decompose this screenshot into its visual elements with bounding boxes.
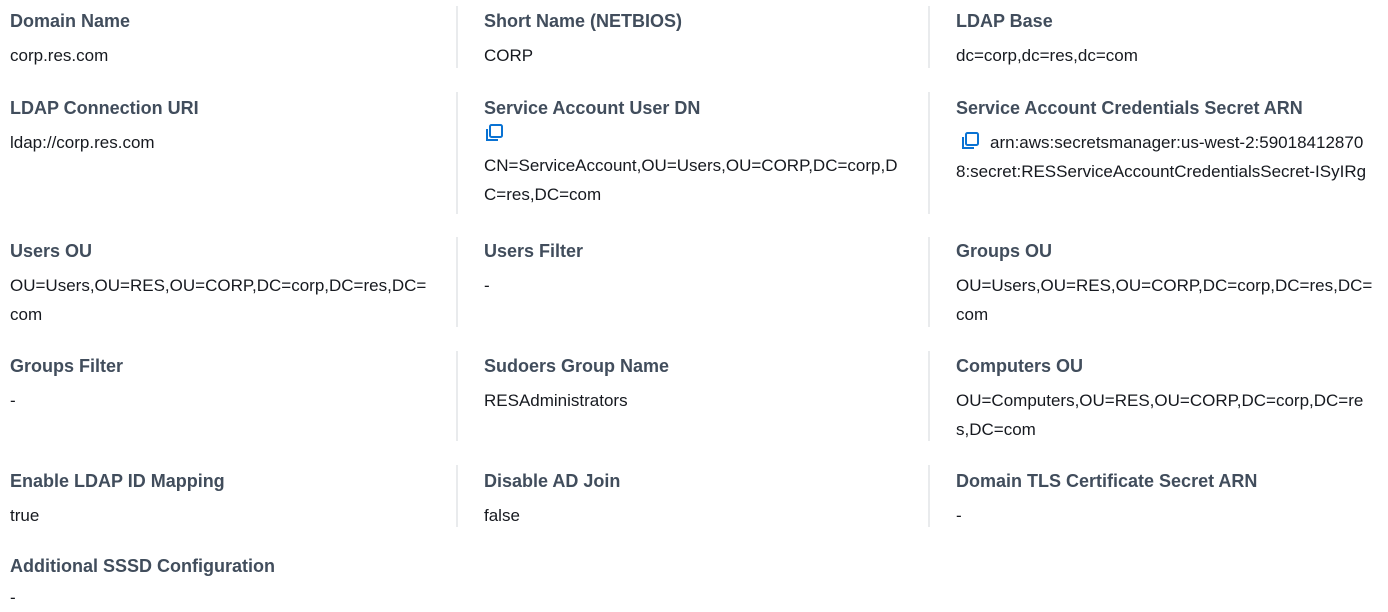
field-value: - [956,506,962,525]
field-short-name: Short Name (NETBIOS) CORP [484,10,682,70]
field-value: dc=corp,dc=res,dc=com [956,46,1138,65]
field-value: - [10,391,16,410]
field-users-filter: Users Filter - [484,240,583,300]
column-divider [456,92,458,214]
field-value: - [10,588,16,607]
field-label: Groups OU [956,241,1053,261]
field-label: Domain TLS Certificate Secret ARN [956,471,1258,491]
field-value: arn:aws:secretsmanager:us-west-2:5901841… [956,133,1367,181]
field-service-account-secret-arn: Service Account Credentials Secret ARN a… [956,97,1374,186]
field-label: Users OU [10,241,93,261]
field-value: false [484,506,520,525]
column-divider [928,92,930,214]
copy-icon[interactable] [960,131,980,151]
field-enable-ldap-id-mapping: Enable LDAP ID Mapping true [10,470,225,530]
column-divider [928,465,930,527]
field-value-with-copy: arn:aws:secretsmanager:us-west-2:5901841… [956,128,1374,186]
field-domain-name: Domain Name corp.res.com [10,10,130,70]
column-divider [456,6,458,68]
field-disable-ad-join: Disable AD Join false [484,470,620,530]
field-value: - [484,276,490,295]
field-value: corp.res.com [10,46,109,65]
field-label: Enable LDAP ID Mapping [10,471,225,491]
field-label: Disable AD Join [484,471,621,491]
copy-icon[interactable] [484,123,504,143]
field-label: Domain Name [10,11,131,31]
field-ldap-connection-uri: LDAP Connection URI ldap://corp.res.com [10,97,440,157]
field-groups-filter: Groups Filter - [10,355,123,415]
field-label: Groups Filter [10,356,124,376]
field-groups-ou: Groups OU OU=Users,OU=RES,OU=CORP,DC=cor… [956,240,1374,329]
field-value: OU=Users,OU=RES,OU=CORP,DC=corp,DC=res,D… [956,276,1373,324]
field-label: Service Account User DN [484,98,701,118]
field-label: LDAP Base [956,11,1053,31]
column-divider [456,351,458,441]
field-label: Additional SSSD Configuration [10,556,275,576]
field-label: Computers OU [956,356,1084,376]
field-computers-ou: Computers OU OU=Computers,OU=RES,OU=CORP… [956,355,1374,444]
field-label: Service Account Credentials Secret ARN [956,98,1303,118]
column-divider [456,237,458,327]
field-value: OU=Computers,OU=RES,OU=CORP,DC=corp,DC=r… [956,391,1364,439]
column-divider [928,6,930,68]
field-value: ldap://corp.res.com [10,133,155,152]
field-label: Users Filter [484,241,584,261]
field-label: Short Name (NETBIOS) [484,11,683,31]
field-value: CN=ServiceAccount,OU=Users,OU=CORP,DC=co… [484,156,898,204]
field-label: LDAP Connection URI [10,98,199,118]
field-additional-sssd-config: Additional SSSD Configuration - [10,555,275,612]
field-sudoers-group-name: Sudoers Group Name RESAdministrators [484,355,669,415]
copy-button[interactable] [484,123,899,151]
column-divider [928,351,930,441]
field-value: RESAdministrators [484,391,628,410]
field-label: Sudoers Group Name [484,356,670,376]
field-value: CORP [484,46,534,65]
field-service-account-user-dn: Service Account User DN CN=ServiceAccoun… [484,97,899,209]
field-value: true [10,506,40,525]
field-users-ou: Users OU OU=Users,OU=RES,OU=CORP,DC=corp… [10,240,428,329]
field-value: OU=Users,OU=RES,OU=CORP,DC=corp,DC=res,D… [10,276,427,324]
field-domain-tls-secret-arn: Domain TLS Certificate Secret ARN - [956,470,1257,530]
column-divider [456,465,458,527]
field-ldap-base: LDAP Base dc=corp,dc=res,dc=com [956,10,1138,70]
domain-details-grid: Domain Name corp.res.com LDAP Connection… [0,0,1388,607]
column-divider [928,237,930,327]
